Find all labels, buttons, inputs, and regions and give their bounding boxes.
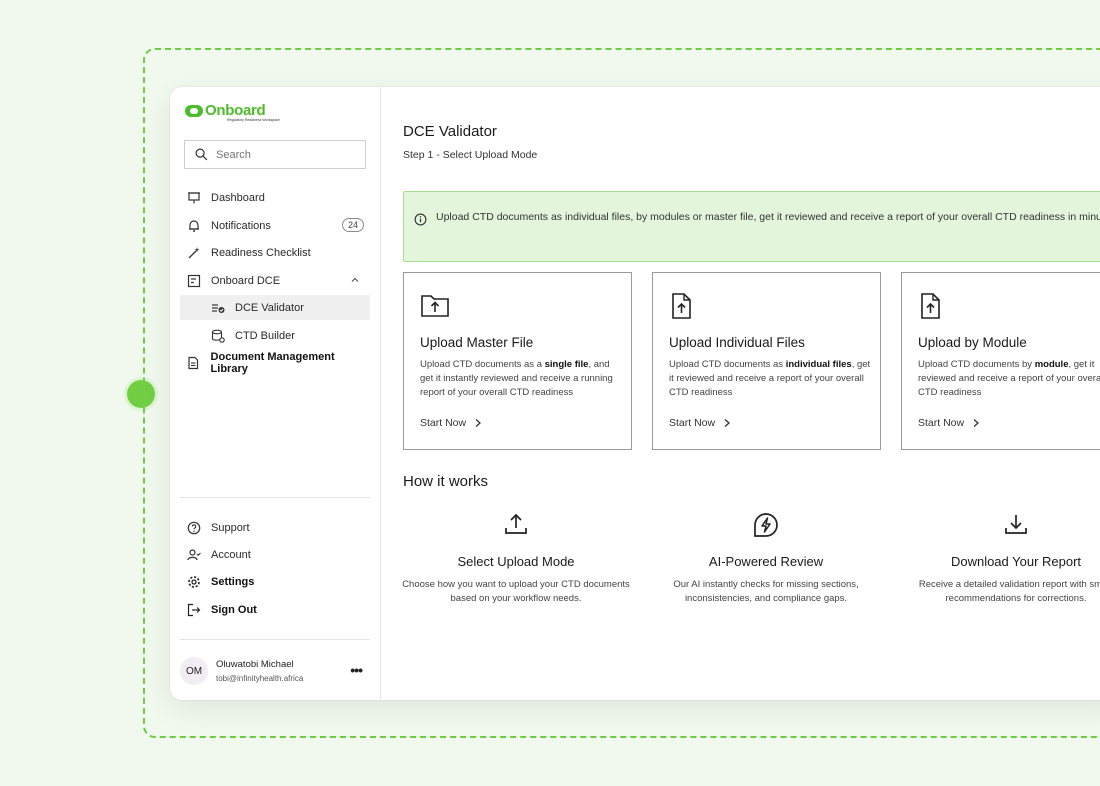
app-window: Onboard Regulatory Readiness Workspace D… (170, 87, 1100, 700)
start-now-button[interactable]: Start Now (918, 417, 980, 429)
connector-dot (127, 380, 155, 408)
gear-icon (186, 574, 201, 589)
sidebar-item-document-library[interactable]: Document Management Library (180, 350, 370, 375)
sidebar-item-label: Document Management Library (210, 350, 335, 375)
chevron-right-icon (724, 419, 731, 427)
main-content: DCE Validator Step 1 - Select Upload Mod… (382, 87, 1100, 700)
step-description: Our AI instantly checks for missing sect… (673, 579, 859, 604)
more-options-icon[interactable]: ••• (350, 662, 363, 678)
user-profile[interactable]: OM Oluwatobi Michael tobi@infinityhealth… (180, 653, 370, 689)
user-check-icon (186, 547, 201, 562)
sidebar-item-label: Notifications (211, 219, 271, 232)
search-box[interactable] (184, 140, 366, 169)
how-step-download-report: Download Your Report Receive a detailed … (901, 512, 1100, 606)
user-email: tobi@infinityhealth.africa (216, 674, 304, 683)
brand-name: Onboard (205, 102, 266, 119)
sidebar-item-label: CTD Builder (235, 329, 295, 342)
upload-icon (401, 512, 631, 538)
sidebar-item-label: Readiness Checklist (211, 246, 311, 259)
bell-icon (186, 218, 201, 233)
sidebar-item-ctd-builder[interactable]: CTD Builder (180, 323, 370, 348)
sidebar-item-label: Onboard DCE (211, 274, 281, 287)
download-icon (901, 512, 1100, 538)
page-title: DCE Validator (403, 123, 497, 140)
sign-out-icon (186, 602, 201, 617)
upload-master-file-card[interactable]: Upload Master File Upload CTD documents … (403, 272, 632, 450)
info-text: Upload CTD documents as individual files… (436, 211, 1100, 223)
chevron-right-icon (475, 419, 482, 427)
step-description: Choose how you want to upload your CTD d… (402, 579, 630, 604)
logo-mark-icon (185, 105, 203, 117)
card-title: Upload by Module (918, 335, 1027, 350)
checklist-box-icon (186, 273, 201, 288)
sidebar-item-settings[interactable]: Settings (180, 569, 370, 594)
sidebar-item-support[interactable]: Support (180, 515, 370, 540)
how-it-works-heading: How it works (403, 473, 489, 490)
file-upload-icon (918, 292, 944, 325)
help-circle-icon (186, 520, 201, 535)
sidebar-item-readiness-checklist[interactable]: Readiness Checklist (180, 240, 370, 265)
list-check-icon (210, 300, 225, 315)
database-gear-icon (210, 328, 225, 343)
how-step-ai-review: AI-Powered Review Our AI instantly check… (651, 512, 881, 606)
card-title: Upload Individual Files (669, 335, 805, 350)
chevron-up-icon[interactable] (350, 275, 360, 288)
start-now-button[interactable]: Start Now (420, 417, 482, 429)
notifications-count-badge: 24 (341, 218, 364, 232)
user-name: Oluwatobi Michael (216, 659, 294, 670)
start-now-button[interactable]: Start Now (669, 417, 731, 429)
card-description: Upload CTD documents by module, get it r… (918, 359, 1100, 398)
sidebar-divider (180, 497, 370, 498)
sidebar-item-label: Settings (211, 575, 255, 588)
info-banner: Upload CTD documents as individual files… (403, 191, 1100, 262)
upload-individual-files-card[interactable]: Upload Individual Files Upload CTD docum… (652, 272, 881, 450)
document-icon (186, 355, 201, 370)
search-input[interactable] (216, 148, 356, 161)
chevron-right-icon (973, 419, 980, 427)
brand-tagline: Regulatory Readiness Workspace (227, 118, 280, 122)
card-description: Upload CTD documents as individual files… (669, 359, 871, 398)
ai-bolt-icon (651, 512, 881, 538)
sidebar-item-label: DCE Validator (235, 301, 304, 314)
file-upload-icon (669, 292, 695, 325)
upload-by-module-card[interactable]: Upload by Module Upload CTD documents by… (901, 272, 1100, 450)
step-title: Download Your Report (950, 554, 1082, 569)
folder-upload-icon (420, 292, 450, 323)
how-step-select-upload: Select Upload Mode Choose how you want t… (401, 512, 631, 606)
step-title: AI-Powered Review (708, 554, 824, 569)
dashboard-icon (186, 190, 201, 205)
sidebar-item-dashboard[interactable]: Dashboard (180, 185, 370, 210)
search-icon (195, 148, 208, 161)
card-title: Upload Master File (420, 335, 534, 350)
sidebar-divider (180, 639, 370, 640)
step-indicator: Step 1 - Select Upload Mode (403, 149, 538, 161)
brand-logo[interactable]: Onboard Regulatory Readiness Workspace (185, 102, 280, 122)
info-icon (414, 213, 427, 232)
sidebar-item-sign-out[interactable]: Sign Out (180, 597, 370, 622)
avatar: OM (180, 657, 208, 685)
sidebar-item-dce-validator[interactable]: DCE Validator (180, 295, 370, 320)
sidebar-item-label: Sign Out (211, 603, 257, 616)
sidebar-item-label: Support (211, 521, 250, 534)
magic-wand-icon (186, 245, 201, 260)
sidebar-item-onboard-dce[interactable]: Onboard DCE (180, 268, 370, 293)
sidebar-item-notifications[interactable]: Notifications 24 (180, 213, 370, 238)
sidebar-item-label: Dashboard (211, 191, 265, 204)
step-description: Receive a detailed validation report wit… (918, 579, 1100, 604)
sidebar-item-account[interactable]: Account (180, 542, 370, 567)
step-title: Select Upload Mode (457, 554, 575, 569)
sidebar-item-label: Account (211, 548, 251, 561)
sidebar: Onboard Regulatory Readiness Workspace D… (170, 87, 381, 700)
card-description: Upload CTD documents as a single file, a… (420, 359, 613, 398)
